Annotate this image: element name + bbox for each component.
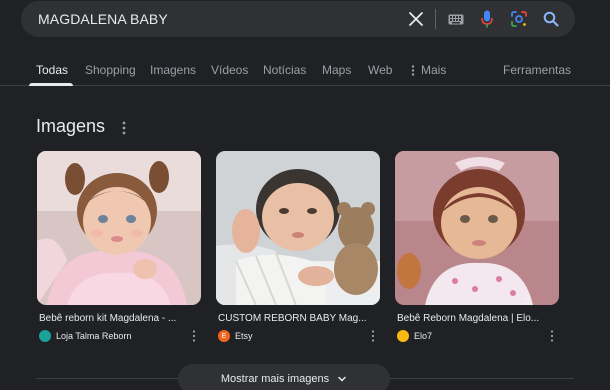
image-source[interactable]: Elo7 [397,329,432,343]
tab-noticias[interactable]: Notícias [263,63,306,77]
search-icon[interactable] [541,9,561,29]
etsy-favicon-icon: E [218,330,230,342]
lens-icon[interactable] [509,9,529,29]
image-thumbnail[interactable] [37,151,201,305]
more-vert-icon [411,64,415,76]
tab-maps[interactable]: Maps [322,63,351,77]
source-name: Elo7 [414,331,433,341]
source-name: Etsy [235,331,253,341]
tab-web[interactable]: Web [368,63,392,77]
image-source[interactable]: Loja Talma Reborn [39,329,131,343]
image-result-card[interactable]: Bebê reborn kit Magdalena - ... Loja Tal… [37,151,201,343]
source-favicon-icon [397,330,409,342]
mic-icon[interactable] [477,9,497,29]
watermark: ~ [523,294,530,303]
chevron-down-icon [338,376,346,382]
search-tabs: Todas Shopping Imagens Vídeos Notícias M… [0,56,610,86]
section-more-icon[interactable] [119,120,129,136]
image-title[interactable]: Bebê reborn kit Magdalena - ... [39,313,189,324]
source-name: Loja Talma Reborn [56,331,132,341]
section-title: Imagens [36,116,106,136]
tab-more-label: Mais [421,63,447,77]
tab-shopping[interactable]: Shopping [85,63,136,77]
image-title[interactable]: CUSTOM REBORN BABY Mag... [218,313,368,324]
show-more-label: Mostrar mais imagens [220,373,330,385]
active-tab-indicator [29,83,73,86]
more-vert-icon[interactable] [549,329,555,343]
image-result-card[interactable]: ~ Bebê Reborn Magdalena | Elo... Elo7 [395,151,559,343]
tab-videos[interactable]: Vídeos [211,63,248,77]
more-vert-icon[interactable] [191,329,197,343]
source-favicon-icon [39,330,51,342]
keyboard-icon[interactable] [446,9,466,29]
tab-imagens[interactable]: Imagens [150,63,196,77]
search-divider [435,9,436,29]
search-bar[interactable]: MAGDALENA BABY [21,1,575,37]
image-title[interactable]: Bebê Reborn Magdalena | Elo... [397,313,547,324]
tab-more[interactable]: Mais [411,63,446,77]
image-thumbnail[interactable] [216,151,380,305]
image-result-card[interactable]: CUSTOM REBORN BABY Mag... E Etsy [216,151,380,343]
clear-icon[interactable] [406,9,426,29]
image-source[interactable]: E Etsy [218,329,253,343]
tab-todas[interactable]: Todas [36,63,68,77]
show-more-images-button[interactable]: Mostrar mais imagens [178,364,390,390]
image-thumbnail[interactable]: ~ [395,151,559,305]
search-input[interactable]: MAGDALENA BABY [38,11,168,27]
more-vert-icon[interactable] [370,329,376,343]
tools-button[interactable]: Ferramentas [503,63,571,77]
